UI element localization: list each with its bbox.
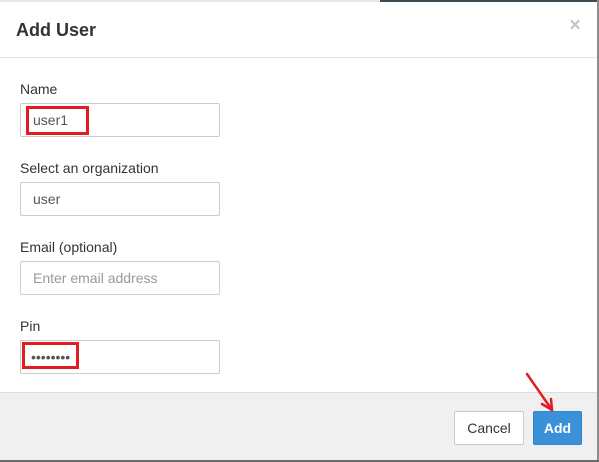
organization-field[interactable] [20,182,220,216]
modal-body: Name Select an organization Email (optio… [0,58,597,392]
cancel-button[interactable]: Cancel [454,411,524,445]
modal-footer: Cancel Add [0,392,597,460]
name-input[interactable] [20,103,220,137]
pin-label: Pin [20,318,41,334]
organization-label: Select an organization [20,160,159,176]
close-icon[interactable]: × [566,16,584,36]
add-button[interactable]: Add [533,411,582,445]
add-user-modal: Add User × Name Select an organization E… [0,0,599,462]
modal-title: Add User [16,20,97,40]
pin-input[interactable] [20,340,220,374]
email-label: Email (optional) [20,239,118,255]
email-field[interactable] [20,261,220,295]
modal-header: Add User × [0,2,597,58]
name-label: Name [20,81,58,97]
